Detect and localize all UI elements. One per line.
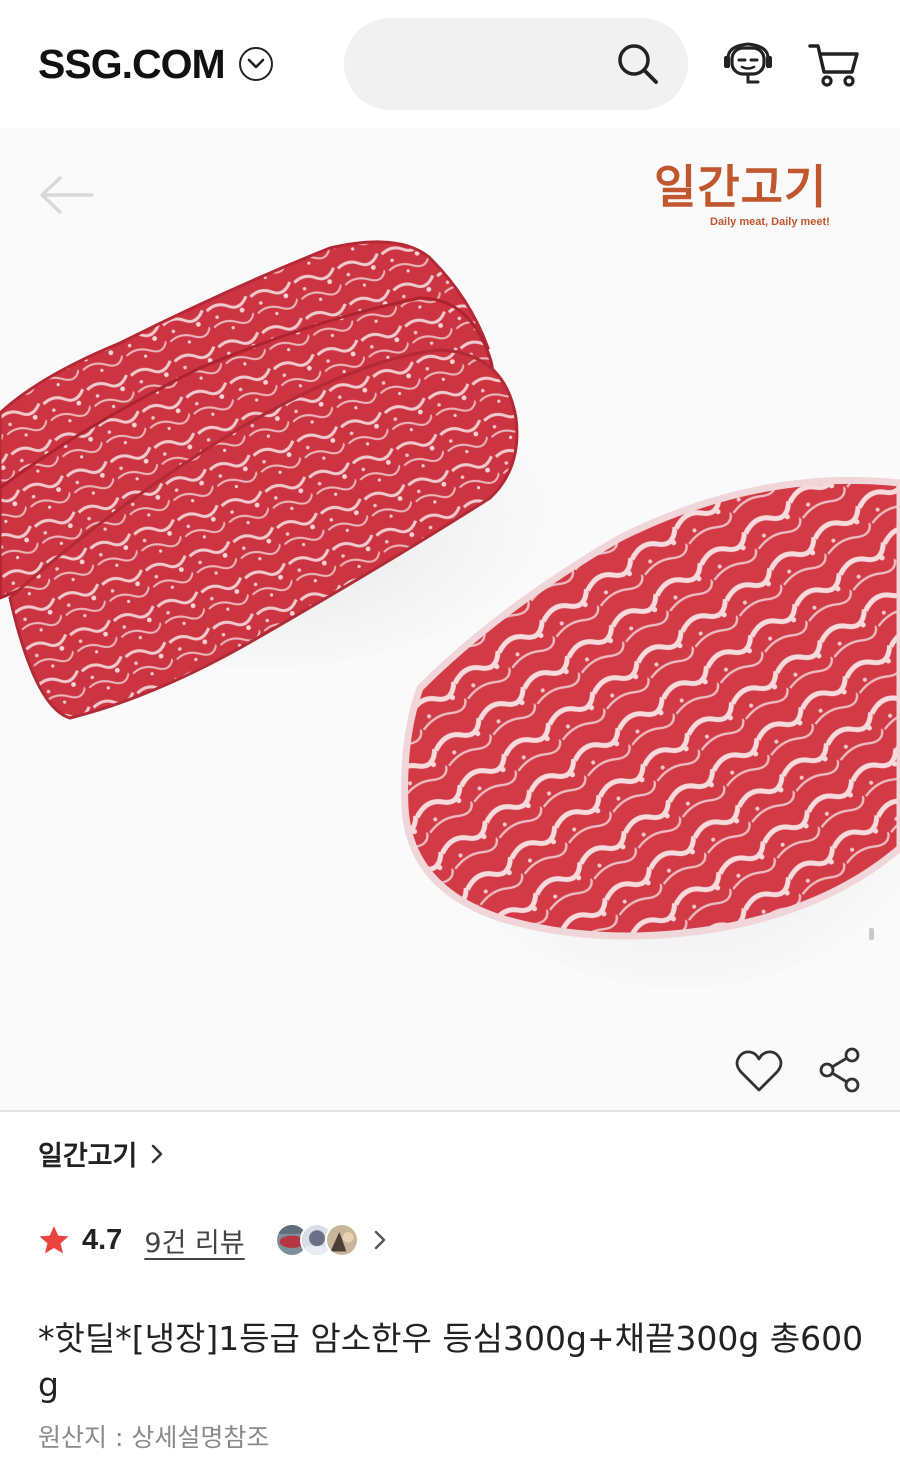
chevron-right-icon [152, 1144, 163, 1163]
seller-logo-slogan: Daily meat, Daily meet! [710, 216, 830, 228]
review-photo-thumbs[interactable] [274, 1223, 387, 1257]
search-input[interactable] [374, 42, 614, 86]
heart-icon[interactable] [734, 1048, 784, 1094]
cart-icon[interactable] [806, 38, 862, 90]
seller-logo: 일간고기 Daily meat, Daily meet! [640, 160, 860, 250]
share-icon[interactable] [818, 1046, 862, 1094]
product-title: *핫딜*[냉장]1등급 암소한우 등심300g+채끝300g 총600g [38, 1319, 864, 1404]
rating-row: 4.7 9건 리뷰 [38, 1215, 387, 1265]
rating-value: 4.7 [82, 1223, 123, 1256]
chevron-down-icon[interactable] [238, 47, 273, 81]
meat-photo [0, 240, 900, 988]
store-link[interactable]: 일간고기 [38, 1134, 165, 1173]
store-name[interactable]: 일간고기 [38, 1134, 137, 1173]
brand-area[interactable]: SSG.COM [38, 38, 273, 90]
product-origin: 원산지 : 상세설명참조 [38, 1423, 270, 1452]
back-arrow-icon[interactable] [36, 172, 96, 218]
seller-logo-text: 일간고기 [654, 160, 828, 214]
chevron-right-icon [374, 1230, 385, 1250]
review-photo[interactable] [324, 1223, 359, 1257]
chatbot-icon[interactable] [720, 38, 776, 90]
image-scroll-indicator [869, 928, 874, 940]
star-icon [39, 1226, 69, 1254]
product-image[interactable]: 일간고기 Daily meat, Daily meet! [0, 128, 900, 1110]
top-header: SSG.COM [0, 0, 900, 128]
section-divider [0, 1110, 900, 1112]
brand-logo[interactable]: SSG.COM [38, 41, 226, 88]
search-bar[interactable] [344, 18, 688, 110]
search-icon[interactable] [614, 40, 662, 88]
review-count-link[interactable]: 9건 리뷰 [144, 1221, 244, 1260]
